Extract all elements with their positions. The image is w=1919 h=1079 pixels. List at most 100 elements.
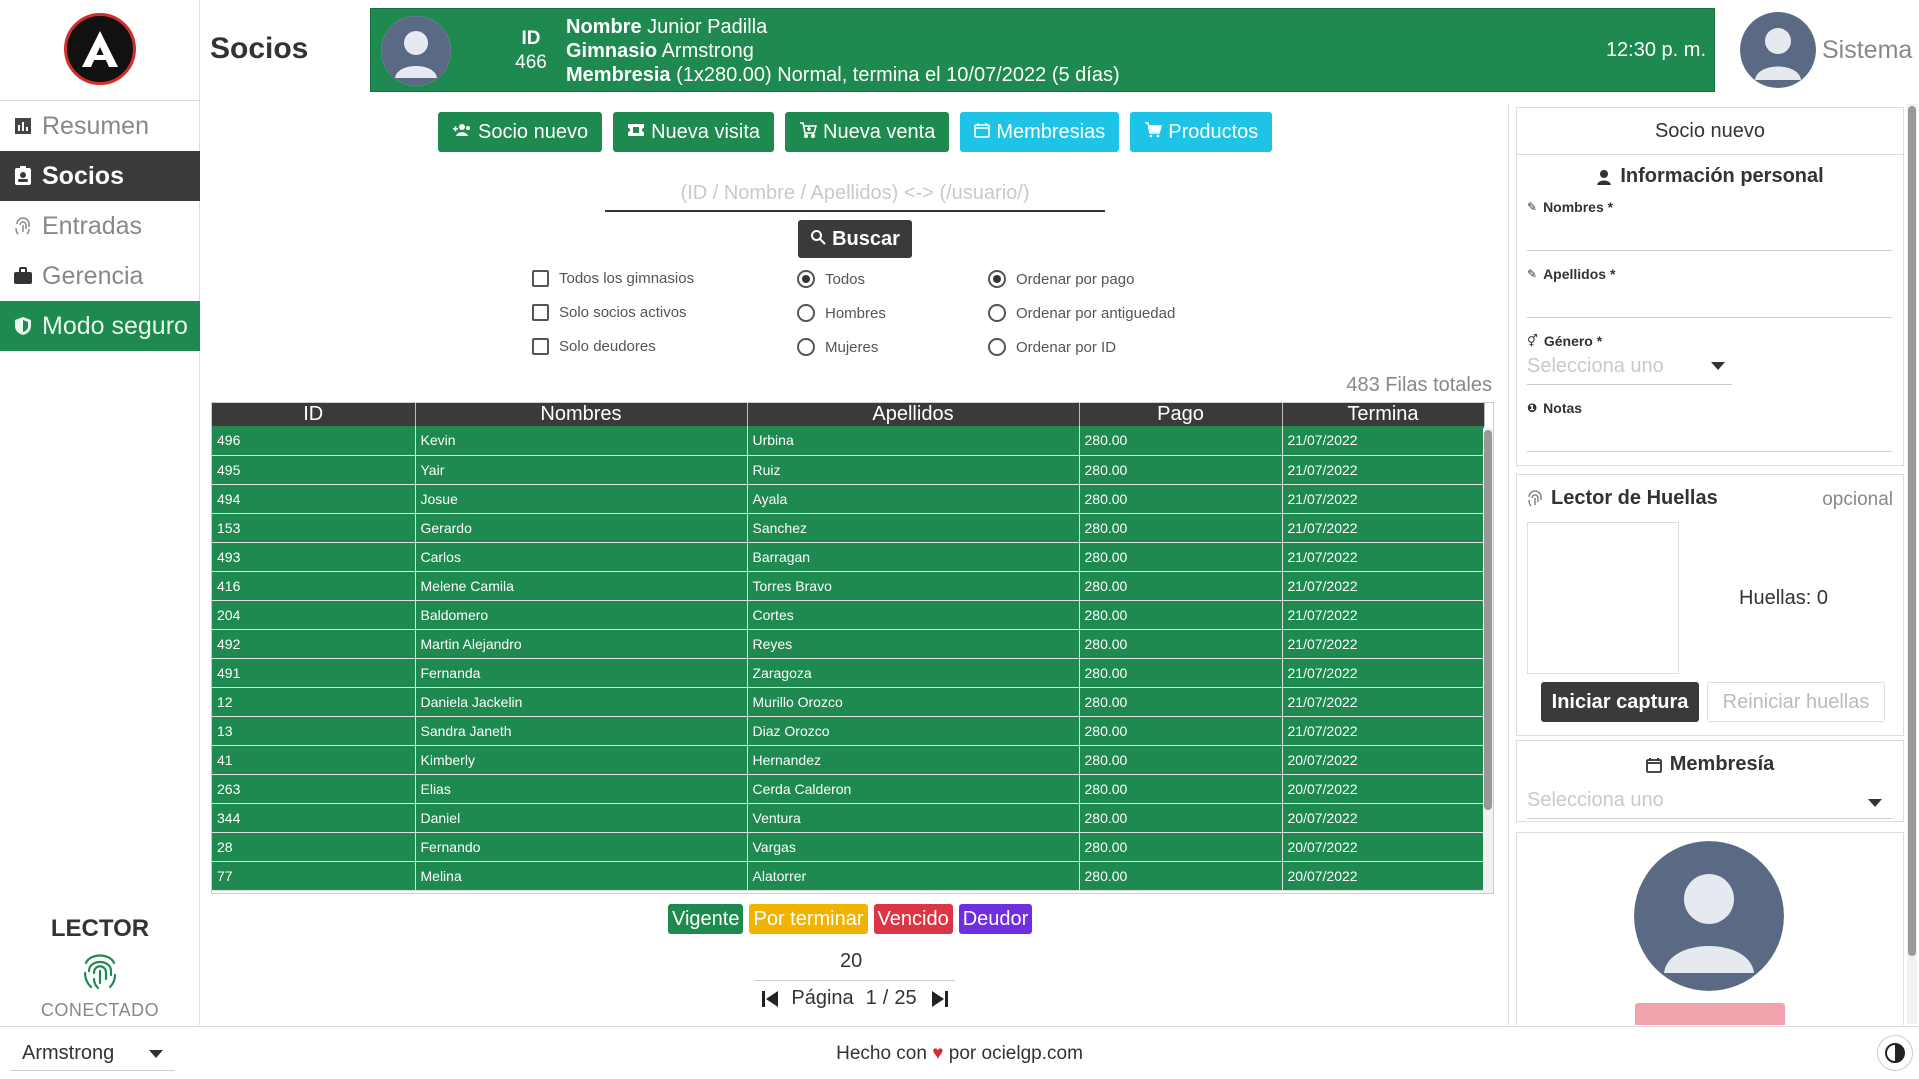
filter-label: Solo socios activos [559, 304, 687, 321]
cell-pago: 280.00 [1079, 687, 1283, 717]
column-header-termina[interactable]: Termina [1282, 403, 1485, 426]
cell-id: 495 [212, 455, 416, 485]
column-header-pago[interactable]: Pago [1079, 403, 1283, 426]
table-row[interactable]: 204 Baldomero Cortes 280.00 21/07/2022 [212, 600, 1485, 630]
new-sale-button[interactable]: Nueva venta [785, 112, 950, 152]
first-name-field[interactable]: ✎ Nombres * [1527, 199, 1892, 251]
sidebar-nav: Resumen Socios Entradas Gerencia Modo se… [0, 100, 200, 351]
table-scrollbar[interactable] [1483, 428, 1493, 893]
notes-field[interactable]: ❶ Notas [1527, 400, 1892, 452]
gender-select[interactable]: ⚥ Género * Selecciona uno [1527, 333, 1732, 385]
field-label: ✎ Apellidos * [1527, 266, 1892, 282]
table-row[interactable]: 153 Gerardo Sanchez 280.00 21/07/2022 [212, 513, 1485, 543]
table-row[interactable]: 41 Kimberly Hernandez 280.00 20/07/2022 [212, 745, 1485, 775]
cell-apellidos: Ventura [747, 803, 1080, 833]
table-row[interactable]: 491 Fernanda Zaragoza 280.00 21/07/2022 [212, 658, 1485, 688]
column-header-nombres[interactable]: Nombres [415, 403, 748, 426]
sidebar-item-modo-seguro[interactable]: Modo seguro [0, 301, 200, 351]
table-row[interactable]: 28 Fernando Vargas 280.00 20/07/2022 [212, 832, 1485, 862]
column-header-id[interactable]: ID [212, 403, 416, 426]
gender-radio-all[interactable]: Todos [797, 270, 865, 288]
radio[interactable] [797, 304, 815, 322]
gender-radio-men[interactable]: Hombres [797, 304, 886, 322]
app-logo[interactable] [64, 13, 136, 85]
first-page-icon[interactable] [759, 988, 781, 1010]
order-radio-payment[interactable]: Ordenar por pago [988, 270, 1134, 288]
cell-id: 492 [212, 629, 416, 659]
table-row[interactable]: 496 Kevin Urbina 280.00 21/07/2022 [212, 426, 1485, 456]
table-row[interactable]: 77 Melina Alatorrer 280.00 20/07/2022 [212, 861, 1485, 891]
radio-selected[interactable] [988, 270, 1006, 288]
cell-pago: 280.00 [1079, 803, 1283, 833]
filter-active-only[interactable]: Solo socios activos [532, 304, 687, 321]
table-row[interactable]: 13 Sandra Janeth Diaz Orozco 280.00 21/07/20… [212, 716, 1485, 746]
table-row[interactable]: 12 Daniela Jackelin Murillo Orozco 280.00 21… [212, 687, 1485, 717]
sidebar-item-entradas[interactable]: Entradas [0, 201, 200, 251]
table-row[interactable]: 495 Yair Ruiz 280.00 21/07/2022 [212, 455, 1485, 485]
checkbox[interactable] [532, 270, 549, 287]
order-radio-seniority[interactable]: Ordenar por antiguedad [988, 304, 1175, 322]
new-member-button[interactable]: Socio nuevo [438, 112, 603, 152]
radio[interactable] [797, 338, 815, 356]
user-plus-icon [452, 123, 472, 142]
search-input[interactable] [605, 176, 1105, 212]
search-button[interactable]: Buscar [798, 220, 912, 258]
last-page-icon[interactable] [929, 988, 951, 1010]
take-photo-button[interactable] [1635, 1003, 1785, 1025]
sidebar: Resumen Socios Entradas Gerencia Modo se… [0, 0, 200, 1025]
fingerprint-optional: opcional [1822, 489, 1893, 510]
table-row[interactable]: 494 Josue Ayala 280.00 21/07/2022 [212, 484, 1485, 514]
start-capture-button[interactable]: Iniciar captura [1541, 682, 1699, 722]
table-row[interactable]: 492 Martin Alejandro Reyes 280.00 21/07/2022 [212, 629, 1485, 659]
sidebar-item-resumen[interactable]: Resumen [0, 101, 200, 151]
sidebar-item-gerencia[interactable]: Gerencia [0, 251, 200, 301]
footer: Armstrong Hecho con ♥ por ocielgp.com [0, 1026, 1919, 1079]
cell-termina: 20/07/2022 [1282, 745, 1485, 775]
cell-id: 28 [212, 832, 416, 862]
fingerprint-title: Lector de Huellas [1527, 487, 1718, 510]
cell-apellidos: Diaz Orozco [747, 716, 1080, 746]
table-row[interactable]: 263 Elias Cerda Calderon 280.00 20/07/2022 [212, 774, 1485, 804]
theme-toggle-button[interactable] [1877, 1035, 1913, 1071]
radio[interactable] [988, 304, 1006, 322]
radio[interactable] [988, 338, 1006, 356]
user-menu[interactable]: Sistema [1740, 10, 1912, 90]
fingerprint-preview [1527, 522, 1679, 674]
radio-selected[interactable] [797, 270, 815, 288]
cell-apellidos: Reyes [747, 629, 1080, 659]
filter-all-gyms[interactable]: Todos los gimnasios [532, 270, 694, 287]
new-visit-button[interactable]: Nueva visita [613, 112, 775, 152]
cell-id: 494 [212, 484, 416, 514]
reset-fingerprints-button[interactable]: Reiniciar huellas [1707, 682, 1885, 722]
personal-info-card: Información personal ✎ Nombres * ✎ Apellid… [1516, 154, 1904, 466]
footer-author[interactable]: por ocielgp.com [949, 1043, 1083, 1064]
user-icon [1596, 169, 1612, 185]
panel-scrollbar[interactable] [1907, 104, 1917, 1024]
table-row[interactable]: 416 Melene Camila Torres Bravo 280.00 21/07/… [212, 571, 1485, 601]
order-radio-id[interactable]: Ordenar por ID [988, 338, 1116, 356]
gender-selected-value: Selecciona uno [1527, 355, 1664, 377]
scrollbar-thumb[interactable] [1908, 106, 1916, 956]
cell-nombres: Carlos [415, 542, 748, 572]
memberships-button[interactable]: Membresias [960, 112, 1120, 152]
filter-label: Solo deudores [559, 338, 656, 355]
gender-radio-women[interactable]: Mujeres [797, 338, 878, 356]
page-size-select[interactable]: 20 [840, 950, 862, 973]
cell-id: 493 [212, 542, 416, 572]
last-name-field[interactable]: ✎ Apellidos * [1527, 266, 1892, 318]
total-pages: 25 [894, 987, 917, 1009]
radio-label: Ordenar por antiguedad [1016, 304, 1176, 322]
checkbox[interactable] [532, 304, 549, 321]
membership-select[interactable]: Selecciona uno [1527, 785, 1892, 819]
cell-id: 491 [212, 658, 416, 688]
filter-debtors-only[interactable]: Solo deudores [532, 338, 656, 355]
checkbox[interactable] [532, 338, 549, 355]
table-row[interactable]: 493 Carlos Barragan 280.00 21/07/2022 [212, 542, 1485, 572]
products-button[interactable]: Productos [1130, 112, 1273, 152]
table-row[interactable]: 344 Daniel Ventura 280.00 20/07/2022 [212, 803, 1485, 833]
sidebar-item-socios[interactable]: Socios [0, 151, 200, 201]
scrollbar-thumb[interactable] [1484, 430, 1492, 810]
sidebar-item-label: Modo seguro [42, 311, 188, 340]
current-page[interactable]: 1 [866, 987, 877, 1010]
column-header-apellidos[interactable]: Apellidos [747, 403, 1080, 426]
